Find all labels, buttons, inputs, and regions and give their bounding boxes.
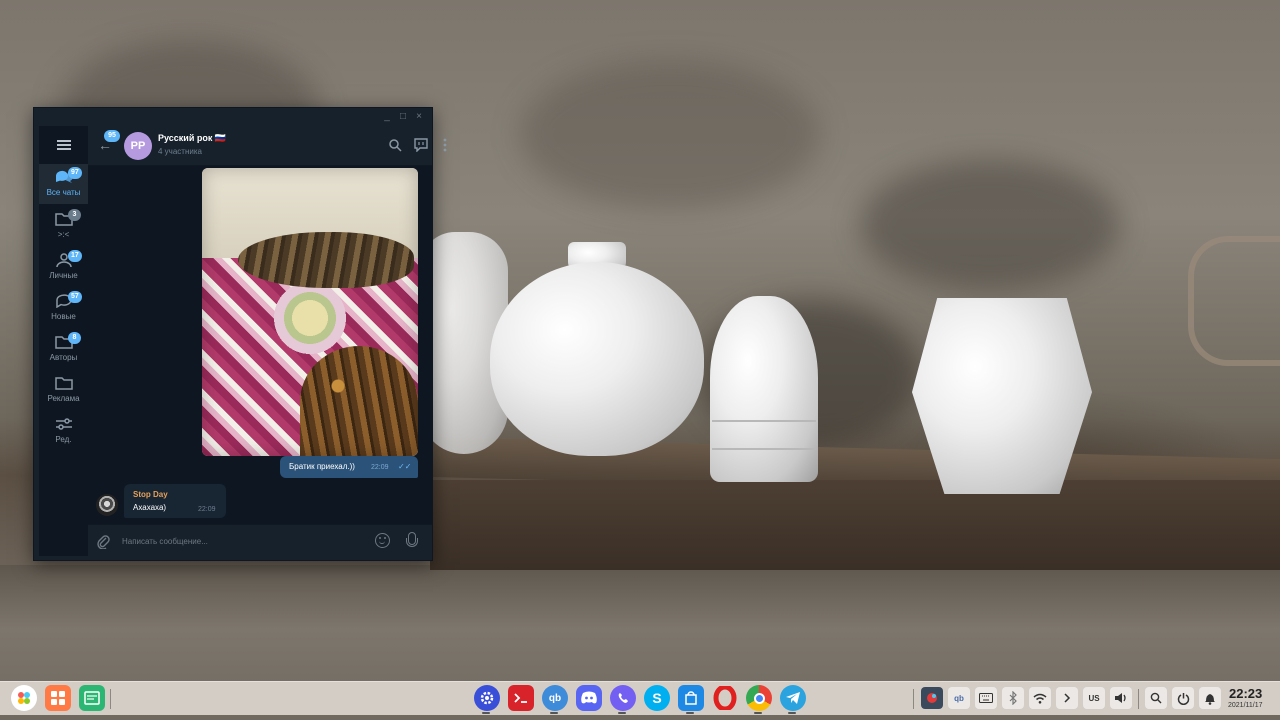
close-button[interactable]: × [413, 111, 425, 123]
message-time: 22:09 [371, 464, 389, 471]
message-text: Ахахаха) [133, 503, 167, 512]
keyboard-icon[interactable] [975, 687, 997, 709]
message-time: 22:09 [198, 506, 216, 513]
clock-date: 2021/11/17 [1228, 702, 1263, 709]
chrome-icon[interactable] [746, 685, 772, 711]
folder-label: >:< [57, 230, 70, 239]
folder-edit[interactable]: Ред. [39, 411, 88, 451]
unread-badge: 95 [104, 130, 120, 142]
chat-member-count: 4 участника [158, 147, 202, 156]
incoming-message[interactable]: Stop Day Ахахаха) 22:09 [124, 484, 226, 518]
bluetooth-icon[interactable] [1002, 687, 1024, 709]
volume-icon[interactable] [1110, 687, 1132, 709]
folder-icon [55, 377, 73, 390]
folder-badge: 57 [68, 291, 82, 303]
wifi-icon[interactable] [1029, 687, 1051, 709]
tray-app-icon[interactable] [921, 687, 943, 709]
telegram-window: _ □ × 97 Все чаты 3 >:< 17 Личные 57 Нов… [33, 107, 447, 561]
show-desktop-icon[interactable] [79, 685, 105, 711]
message-text: Братик приехал.)) [289, 462, 355, 471]
hamburger-icon [56, 140, 71, 150]
main-menu-button[interactable] [39, 128, 88, 162]
folder-label: Все чаты [46, 188, 81, 197]
launcher-icon[interactable] [11, 685, 37, 711]
microphone-icon[interactable] [406, 532, 418, 550]
compose-bar [88, 524, 432, 556]
chat-title[interactable]: Русский рок 🇷🇺 [158, 133, 226, 144]
sender-name[interactable]: Stop Day [133, 490, 168, 499]
opera-icon[interactable] [712, 685, 738, 711]
sender-avatar[interactable] [96, 494, 118, 516]
maximize-button[interactable]: □ [397, 111, 409, 123]
folder-badge: 97 [68, 167, 82, 179]
discussion-icon[interactable] [414, 138, 428, 152]
edit-sliders-icon [56, 418, 72, 430]
keyboard-layout-indicator[interactable]: US [1083, 687, 1105, 709]
emoji-icon[interactable] [375, 533, 390, 548]
folder-label: Авторы [49, 353, 78, 362]
folder-all-chats[interactable]: 97 Все чаты [39, 164, 88, 204]
folder-sidebar: 97 Все чаты 3 >:< 17 Личные 57 Новые 8 А… [39, 126, 88, 556]
viber-icon[interactable] [610, 685, 636, 711]
multitasking-icon[interactable] [45, 685, 71, 711]
notification-bell-icon[interactable] [1199, 687, 1221, 709]
search-icon[interactable] [1145, 687, 1167, 709]
skype-icon[interactable]: S [644, 685, 670, 711]
folder-emoticon[interactable]: 3 >:< [39, 206, 88, 246]
chevron-right-icon[interactable] [1056, 687, 1078, 709]
minimize-button[interactable]: _ [381, 111, 393, 123]
qbittorrent-icon[interactable]: qb [542, 685, 568, 711]
folder-new[interactable]: 57 Новые [39, 288, 88, 328]
taskbar: qb S qb US 22:23 2021/11/17 [0, 681, 1280, 715]
chat-avatar[interactable]: РР [124, 132, 152, 160]
telegram-icon[interactable] [780, 685, 806, 711]
discord-icon[interactable] [576, 685, 602, 711]
chat-header: ← 95 РР Русский рок 🇷🇺 4 участника [88, 126, 447, 166]
folder-label: Реклама [47, 394, 80, 403]
message-input[interactable] [122, 531, 362, 551]
power-icon[interactable] [1172, 687, 1194, 709]
more-menu-icon[interactable] [438, 138, 452, 152]
window-titlebar[interactable]: _ □ × [34, 108, 432, 126]
outgoing-message[interactable]: Братик приехал.)) 22:09 ✓✓ [280, 456, 418, 478]
app-store-icon[interactable] [678, 685, 704, 711]
folder-label: Новые [51, 312, 76, 321]
search-icon[interactable] [388, 138, 402, 152]
folder-label: Ред. [55, 435, 72, 444]
message-list[interactable]: Братик приехал.)) 22:09 ✓✓ Stop Day Ахах… [88, 166, 432, 524]
folder-label: Личные [49, 271, 78, 280]
folder-ads[interactable]: Реклама [39, 370, 88, 410]
folder-badge: 17 [68, 250, 82, 262]
folder-authors[interactable]: 8 Авторы [39, 329, 88, 369]
read-checkmarks-icon: ✓✓ [398, 462, 412, 471]
qbittorrent-tray-icon[interactable]: qb [948, 687, 970, 709]
terminal-icon[interactable] [508, 685, 534, 711]
paperclip-icon[interactable] [96, 533, 110, 549]
folder-personal[interactable]: 17 Личные [39, 247, 88, 287]
settings-gear-icon[interactable] [474, 685, 500, 711]
folder-badge: 3 [68, 209, 81, 221]
clock-time[interactable]: 22:23 [1229, 686, 1262, 701]
photo-message[interactable] [202, 168, 418, 456]
folder-badge: 8 [68, 332, 81, 344]
